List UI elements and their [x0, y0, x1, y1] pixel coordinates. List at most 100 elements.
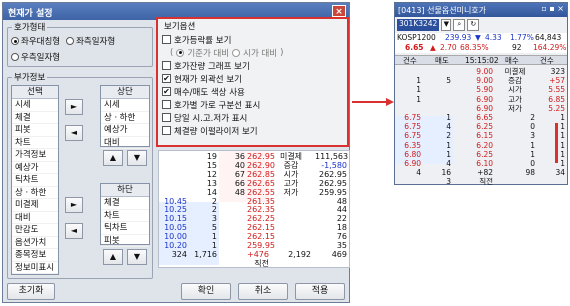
price-vol: 164.29%: [533, 43, 567, 52]
close-icon[interactable]: ×: [332, 5, 346, 17]
option-label: 매수/매도 색상 사용: [174, 87, 245, 98]
option-sub-radio: ( 기준가 대비 시가 대비 ): [162, 46, 342, 59]
ok-button[interactable]: 확인: [181, 283, 231, 300]
list-item[interactable]: 만감도: [12, 224, 58, 237]
price-diff: 2.70: [440, 43, 457, 52]
header-count-bid: 건수: [540, 56, 554, 65]
move-left-top-button[interactable]: ◄: [65, 125, 83, 141]
apply-button[interactable]: 적용: [295, 283, 345, 300]
dialog-title: 현재가 설정: [8, 9, 53, 19]
header-ask: 매도: [435, 56, 449, 65]
header-count-ask: 건수: [403, 56, 417, 65]
radio-label: 좌우대칭형: [21, 37, 61, 47]
checkbox-icon: [162, 126, 171, 135]
list-item[interactable]: 차트: [12, 137, 58, 149]
list-item[interactable]: 피봇: [101, 235, 149, 247]
index-diff: 4.33: [485, 33, 502, 42]
move-down-top-button[interactable]: ▼: [127, 150, 147, 166]
option-equalizer[interactable]: 체결량 이펄라이저 보기: [162, 124, 342, 137]
code-bar: 301K3242 ▼ ⌕ ↻: [397, 19, 567, 31]
option-label: 호가별 가로 구분선 표시: [174, 100, 261, 111]
hoga-type-legend: 호가형태: [14, 23, 46, 33]
top-listbox[interactable]: 상단 시세 상ㆍ하한 예상가 대비: [100, 85, 150, 149]
dropdown-icon[interactable]: ▼: [441, 19, 452, 31]
hoga-cell: 3: [446, 177, 451, 187]
list-item[interactable]: 시세: [101, 99, 149, 112]
extra-info-legend: 부가정보: [14, 73, 46, 83]
move-up-bottom-button[interactable]: ▲: [103, 249, 123, 265]
radio-label: 우측일자형: [21, 53, 61, 63]
list-item[interactable]: 체결: [101, 197, 149, 210]
radio-dot-icon: [11, 53, 19, 61]
view-options-list: 호가등락률 보기 ( 기준가 대비 시가 대비 ) 호가잔량 그래프 보기 ✔ 현…: [162, 33, 342, 137]
hoga-header: 건수 매도 15:15:02 매수 건수: [395, 55, 567, 65]
window-titlebar: [0413] 선물옵션미니호가 ▫ ▪ ×: [395, 3, 567, 17]
radio-dot-icon: [11, 37, 19, 45]
list-item[interactable]: 시세: [12, 99, 58, 112]
price-row: 6.65 ▲ 2.70 68.35% 92 164.29%: [395, 43, 567, 53]
move-right-top-button[interactable]: ►: [65, 99, 83, 115]
preview-grid: 19 36 262.95 미결제 111,563 15 40 262.90 증감 -1,580 12…: [158, 150, 350, 268]
list-item[interactable]: 옵션가치: [12, 237, 58, 249]
top-list-header: 상단: [101, 86, 149, 99]
index-vol: 64,843: [535, 33, 562, 42]
option-hoga-rate[interactable]: 호가등락률 보기: [162, 33, 342, 46]
radio-left-line[interactable]: 좌측일자형: [66, 35, 115, 47]
list-item[interactable]: 체결: [12, 112, 58, 124]
radio-open-price-label: 시가 대비: [243, 48, 278, 59]
move-up-top-button[interactable]: ▲: [103, 150, 123, 166]
window-controls-icon[interactable]: ▫ ▪ ×: [541, 4, 564, 13]
option-row-divider[interactable]: 호가별 가로 구분선 표시: [162, 98, 342, 111]
current-price: 6.65: [405, 43, 424, 52]
move-right-bottom-button[interactable]: ►: [65, 197, 83, 213]
checkbox-icon: [162, 35, 171, 44]
cancel-button[interactable]: 취소: [238, 283, 288, 300]
list-item[interactable]: 틱차트: [12, 174, 58, 187]
hoga-row: 3 직전: [395, 177, 567, 187]
hoga-type-group: 호가형태 좌우대칭형 좌측일자형 우측일자형: [7, 21, 153, 67]
header-bid: 매수: [505, 56, 519, 65]
reset-button[interactable]: 초기화: [7, 283, 55, 300]
list-item[interactable]: 틱차트: [101, 222, 149, 235]
checkbox-icon: [162, 113, 171, 122]
checkbox-checked-icon: ✔: [162, 74, 171, 83]
radio-base-price-icon[interactable]: [176, 48, 185, 57]
list-item[interactable]: 미결제: [12, 199, 58, 212]
search-icon[interactable]: ⌕: [453, 19, 466, 31]
paren-close: ): [280, 47, 284, 58]
radio-right-line[interactable]: 우측일자형: [11, 51, 60, 63]
list-item[interactable]: 종목정보: [12, 249, 58, 262]
option-price-outline[interactable]: ✔ 현재가 외곽선 보기: [162, 72, 342, 85]
list-item[interactable]: 예상가: [101, 124, 149, 137]
index-code: KOSP1200: [397, 33, 436, 42]
radio-dot-icon: [66, 37, 75, 45]
view-options-legend: 보기옵션: [164, 22, 196, 32]
option-hlc[interactable]: 당일 시.고.저가 표시: [162, 111, 342, 124]
paren-open: (: [170, 47, 174, 58]
bottom-listbox[interactable]: 하단 체결 차트 틱차트 피봇: [100, 183, 150, 247]
settings-dialog: 현재가 설정 × 호가형태 좌우대칭형 좌측일자형 우측일자형 부가정보 선택 …: [2, 2, 350, 303]
list-item[interactable]: 가격정보: [12, 149, 58, 162]
move-left-bottom-button[interactable]: ◄: [65, 223, 83, 239]
radio-symmetric[interactable]: 좌우대칭형: [11, 35, 60, 47]
list-item[interactable]: 상ㆍ하한: [12, 187, 58, 199]
table-cell: 직전: [254, 258, 269, 268]
code-input[interactable]: 301K3242: [397, 19, 440, 31]
list-item[interactable]: 대비: [12, 212, 58, 224]
header-time: 15:15:02: [465, 56, 499, 65]
arrow-right-icon: [352, 98, 394, 106]
list-item[interactable]: 피봇: [12, 124, 58, 137]
list-item[interactable]: 대비: [101, 137, 149, 149]
move-down-bottom-button[interactable]: ▼: [127, 249, 147, 265]
view-options-panel: 보기옵션 호가등락률 보기 ( 기준가 대비 시가 대비 ) 호가잔량 그래프 …: [156, 17, 349, 147]
list-item[interactable]: 정보미표시: [12, 262, 58, 274]
list-item[interactable]: 예상가: [12, 162, 58, 174]
option-color[interactable]: ✔ 매수/매도 색상 사용: [162, 85, 342, 98]
index-chg-icon: ▼: [475, 33, 481, 42]
radio-open-price-icon[interactable]: [232, 48, 241, 57]
refresh-icon[interactable]: ↻: [467, 19, 480, 31]
option-remain-graph[interactable]: 호가잔량 그래프 보기: [162, 59, 342, 72]
list-item[interactable]: 상ㆍ하한: [101, 112, 149, 124]
list-item[interactable]: 차트: [101, 210, 149, 222]
select-listbox[interactable]: 선택 시세 체결 피봇 차트 가격정보 예상가 틱차트 상ㆍ하한 미결제 대비 …: [11, 85, 59, 275]
